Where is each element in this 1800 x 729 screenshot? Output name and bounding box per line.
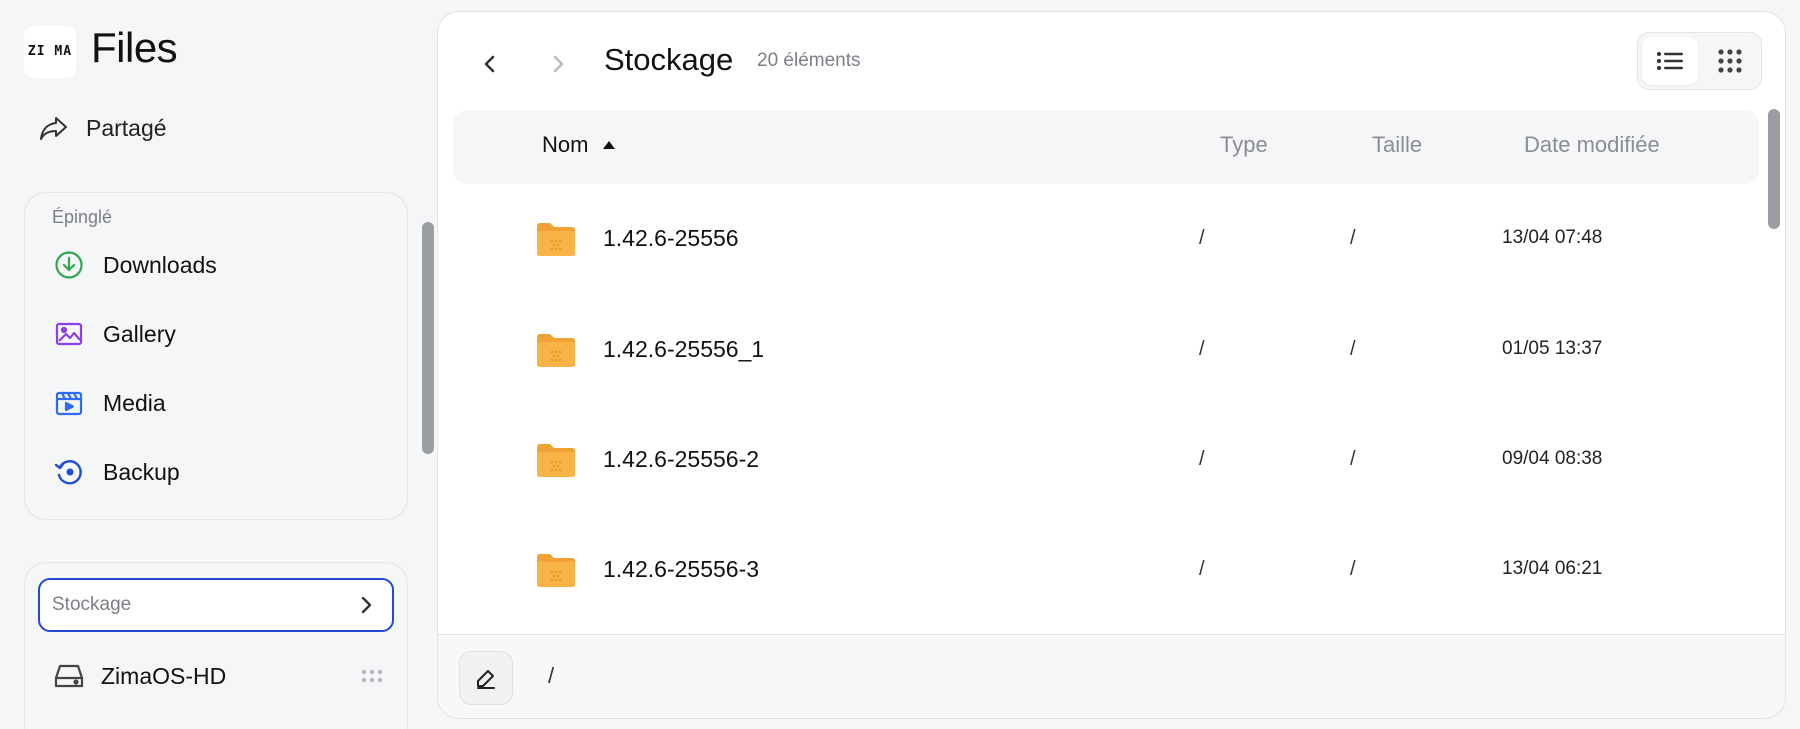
file-size: / [1350, 448, 1356, 470]
sidebar-item-backup[interactable]: Backup [53, 456, 180, 488]
file-list-scrollbar[interactable] [1768, 109, 1780, 229]
item-count: 20 éléments [757, 50, 861, 71]
column-header-name[interactable]: Nom [542, 132, 616, 158]
file-size: / [1350, 338, 1356, 360]
sidebar-item-gallery[interactable]: Gallery [53, 318, 176, 350]
sidebar-item-disk[interactable]: ZimaOS-HD [53, 661, 383, 691]
column-header-modified[interactable]: Date modifiée [1524, 132, 1660, 158]
forward-button[interactable] [542, 48, 574, 80]
download-icon [53, 249, 85, 281]
sidebar-scrollbar[interactable] [422, 222, 434, 454]
share-icon [40, 117, 67, 140]
list-view-button[interactable] [1642, 37, 1698, 85]
sidebar-item-downloads[interactable]: Downloads [53, 249, 217, 281]
edit-path-button[interactable] [459, 651, 513, 705]
list-icon [1657, 52, 1683, 70]
sidebar-item-media[interactable]: Media [53, 387, 166, 419]
file-modified: 13/04 06:21 [1502, 558, 1603, 579]
table-row[interactable]: 1.42.6-25556-3 / / 13/04 06:21 [438, 518, 1758, 628]
file-size: / [1350, 227, 1356, 249]
file-name: 1.42.6-25556-2 [603, 446, 760, 472]
table-row[interactable]: 1.42.6-25556_1 / / 01/05 13:37 [438, 298, 1758, 408]
folder-icon [537, 444, 575, 477]
current-path: / [548, 663, 555, 688]
disk-label: ZimaOS-HD [101, 662, 227, 689]
sidebar-item-label: Gallery [103, 320, 176, 347]
path-bar: / [438, 634, 1785, 718]
app-title: Files [91, 24, 178, 71]
column-header-label: Nom [542, 132, 589, 157]
app-logo: ZI MA [24, 26, 76, 78]
file-type: / [1199, 338, 1205, 360]
file-name: 1.42.6-25556-3 [603, 556, 760, 582]
sidebar-item-label: Downloads [103, 251, 217, 278]
pinned-section: Épinglé Downloads Gallery Media Backup [24, 192, 408, 520]
media-icon [53, 387, 85, 419]
file-browser: Stockage 20 éléments Nom Type Taille Dat… [437, 11, 1786, 719]
file-name: 1.42.6-25556 [603, 225, 739, 251]
file-type: / [1199, 558, 1205, 580]
column-header-size[interactable]: Taille [1372, 132, 1422, 158]
file-type: / [1199, 227, 1205, 249]
view-toggle [1637, 32, 1762, 90]
storage-header-label: Stockage [52, 594, 132, 615]
chevron-right-icon [361, 596, 372, 614]
table-row[interactable]: 1.42.6-25556 / / 13/04 07:48 [438, 187, 1758, 297]
page-title: Stockage [604, 42, 734, 77]
storage-section: Stockage ZimaOS-HD [24, 562, 408, 729]
file-modified: 01/05 13:37 [1502, 338, 1603, 359]
drag-handle-icon[interactable] [361, 669, 383, 683]
backup-icon [53, 456, 85, 488]
logo-text: ZI MA [27, 44, 73, 59]
storage-header[interactable]: Stockage [38, 578, 394, 632]
sidebar-item-label: Backup [103, 458, 180, 485]
folder-icon [537, 554, 575, 587]
column-header-type[interactable]: Type [1220, 132, 1268, 158]
pinned-title: Épinglé [52, 207, 113, 227]
file-size: / [1350, 558, 1356, 580]
sidebar: ZI MA Files Partagé Épinglé Downloads Ga… [0, 0, 434, 729]
sidebar-item-label: Media [103, 389, 166, 416]
table-row[interactable]: 1.42.6-25556-2 / / 09/04 08:38 [438, 408, 1758, 518]
back-button[interactable] [474, 48, 506, 80]
table-header: Nom Type Taille Date modifiée [453, 110, 1759, 184]
file-modified: 09/04 08:38 [1502, 448, 1603, 469]
file-modified: 13/04 07:48 [1502, 227, 1603, 248]
chevron-right-icon [553, 55, 564, 73]
hard-drive-icon [54, 664, 84, 688]
grid-view-button[interactable] [1702, 37, 1758, 85]
sidebar-item-label: Partagé [86, 114, 167, 141]
sort-ascending-icon [603, 141, 616, 149]
sidebar-item-shared[interactable]: Partagé [38, 112, 167, 144]
file-name: 1.42.6-25556_1 [603, 336, 765, 362]
pencil-icon [477, 670, 495, 689]
gallery-icon [53, 318, 85, 350]
chevron-left-icon [484, 55, 495, 73]
folder-icon [537, 223, 575, 256]
file-type: / [1199, 448, 1205, 470]
grid-icon [1718, 49, 1742, 73]
folder-icon [537, 334, 575, 367]
